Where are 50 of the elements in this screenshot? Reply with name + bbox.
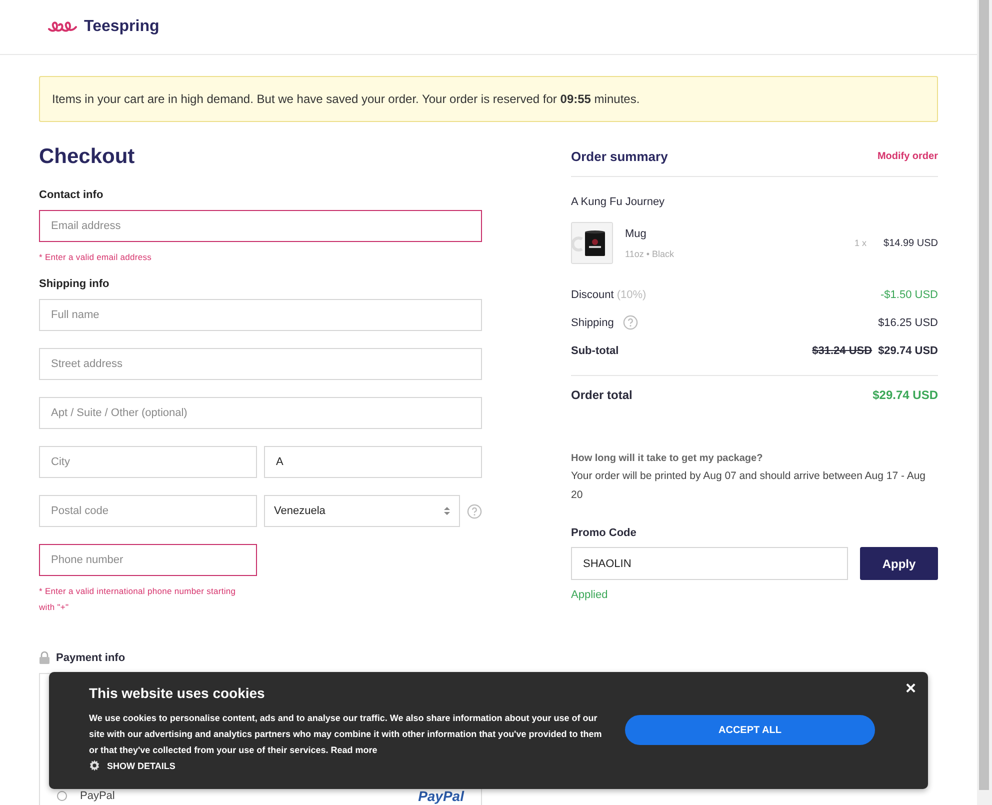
summary-label: Shipping (571, 316, 614, 328)
close-button[interactable]: × (905, 678, 916, 698)
page-title: Checkout (39, 144, 136, 170)
section-heading: Payment info (56, 652, 126, 664)
lock-icon (39, 651, 50, 664)
promo-status: Applied (571, 589, 609, 601)
delivery-estimate: Your order will be printed by Aug 07 and should arrive between Aug 17 - Aug 20 (571, 469, 927, 503)
dialog-title: This website uses cookies (89, 685, 266, 701)
store-name: A Kung Fu Journey (571, 196, 666, 208)
promo-label: Promo Code (571, 527, 638, 539)
read-more-link[interactable]: Read more (330, 745, 378, 755)
total-label: Order total (571, 388, 632, 402)
payment-logo: PayPal (418, 788, 464, 804)
original-price: $31.24 USD (812, 344, 872, 356)
product-name: Mug (625, 228, 648, 240)
scrollbar[interactable] (977, 0, 992, 805)
section-heading: Contact info (39, 189, 104, 201)
accept-all-button[interactable]: ACCEPT ALL (625, 715, 875, 745)
error-message: * Enter a valid email address (39, 251, 153, 264)
help-icon[interactable] (467, 504, 482, 518)
brand-name[interactable]: Teespring (84, 18, 160, 36)
modify-order-link[interactable]: Modify order (877, 151, 938, 162)
reservation-notice: Items in your cart are in high demand. But we have saved your order. Your order is reserved for 09:55 minutes. (39, 76, 938, 122)
help-icon[interactable] (622, 315, 638, 330)
apply-button[interactable]: Apply (860, 547, 938, 580)
quantity: 1 x (854, 238, 867, 248)
summary-value: -$1.50 USD (880, 288, 938, 300)
gear-icon (89, 760, 100, 771)
summary-label: Sub-total (571, 344, 619, 356)
input-field[interactable]: Email address (39, 210, 482, 242)
radio-button[interactable] (57, 791, 67, 801)
product-variant: 11oz • Black (625, 248, 676, 258)
item-price: $14.99 USD (884, 238, 938, 248)
summary-title: Order summary (571, 149, 668, 164)
dialog-text: We use cookies to personalise content, ads and to analyse our traffic. We also share information about your use of our site with our advertising and analytics partners who may combine it with other information that you've provided to them or that they've collected from your use of their services. Read more (89, 712, 603, 757)
summary-value: $16.25 USD (878, 316, 938, 328)
total-value: $29.74 USD (872, 388, 938, 402)
summary-value: $29.74 USD (878, 344, 938, 356)
delivery-question: How long will it take to get my package? (571, 453, 764, 464)
payment-option-label[interactable]: PayPal (80, 790, 406, 802)
summary-label: Discount (10%) (571, 288, 646, 300)
country-select[interactable]: Venezuela (264, 495, 460, 527)
error-message: * Enter a valid international phone number starting with "+" (39, 585, 237, 614)
input-field[interactable]: A (264, 446, 482, 478)
logo-icon (48, 20, 80, 34)
promo-field[interactable]: SHAOLIN (571, 547, 848, 580)
updown-icon (444, 506, 450, 516)
section-heading: Shipping info (39, 278, 110, 290)
input-field[interactable]: Phone number (39, 544, 257, 576)
show-details-link[interactable]: SHOW DETAILS (89, 760, 176, 771)
